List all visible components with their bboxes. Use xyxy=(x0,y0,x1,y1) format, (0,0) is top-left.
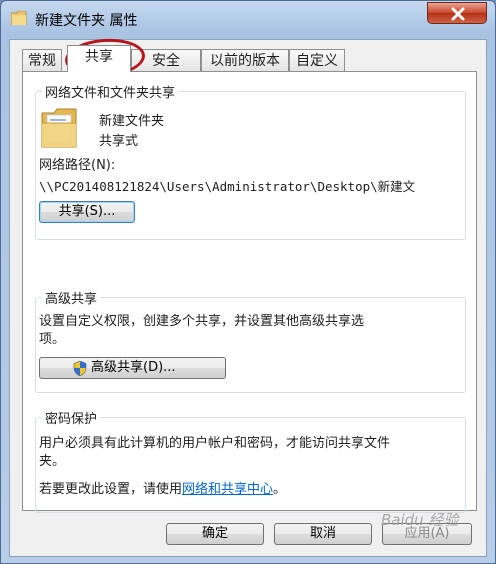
group-title: 高级共享 xyxy=(42,288,101,307)
password-text-line2: 夹。 xyxy=(39,454,66,469)
network-path-label: 网络路径(N): xyxy=(39,158,116,173)
tab-sharing[interactable]: 共享 xyxy=(67,45,131,72)
advanced-description: 设置自定义权限，创建多个共享，并设置其他高级共享选 xyxy=(39,314,365,329)
folder-name: 新建文件夹 xyxy=(99,114,165,129)
folder-icon xyxy=(11,11,27,25)
tab-general[interactable]: 常规 xyxy=(22,49,62,71)
password-text: 用户必须具有此计算机的用户帐户和密码，才能访问共享文件 xyxy=(39,436,391,451)
share-button[interactable]: 共享(S)... xyxy=(39,201,135,223)
password-protection-group: 密码保护 用户必须具有此计算机的用户帐户和密码，才能访问共享文件 夹。 若要更改… xyxy=(35,408,466,513)
close-button[interactable] xyxy=(427,2,487,24)
sharing-panel: 网络文件和文件夹共享 新建文件夹 共享式 网络路径(N): \\PC201408… xyxy=(22,71,477,513)
advanced-sharing-button-label: 高级共享(D)... xyxy=(91,360,176,375)
close-icon xyxy=(451,7,465,21)
ok-button[interactable]: 确定 xyxy=(166,523,264,545)
network-sharing-center-link[interactable]: 网络和共享中心 xyxy=(182,482,273,497)
shared-folder-icon xyxy=(41,108,77,148)
group-title: 网络文件和文件夹共享 xyxy=(42,82,179,101)
share-status: 共享式 xyxy=(99,134,139,149)
advanced-sharing-button[interactable]: 高级共享(D)... xyxy=(39,357,226,379)
change-setting-suffix: 。 xyxy=(273,482,287,497)
uac-shield-icon xyxy=(73,361,87,376)
title-bar[interactable]: 新建文件夹 属性 xyxy=(1,1,495,37)
network-path-value: \\PC201408121824\Users\Administrator\Des… xyxy=(39,179,416,194)
network-sharing-group: 网络文件和文件夹共享 新建文件夹 共享式 网络路径(N): \\PC201408… xyxy=(35,82,466,240)
cancel-button[interactable]: 取消 xyxy=(274,523,372,545)
change-setting-text: 若要更改此设置，请使用网络和共享中心。 xyxy=(39,478,286,497)
advanced-sharing-group: 高级共享 设置自定义权限，创建多个共享，并设置其他高级共享选 项。 高级共享(D… xyxy=(35,288,466,393)
tab-previous-versions[interactable]: 以前的版本 xyxy=(201,49,289,71)
properties-window: 新建文件夹 属性 常规 共享 安全 以前的版本 自定义 网络文件和文件夹共享 新… xyxy=(0,0,496,564)
group-title: 密码保护 xyxy=(42,408,101,427)
dialog-client: 常规 共享 安全 以前的版本 自定义 网络文件和文件夹共享 新建文件夹 共享式 … xyxy=(9,39,487,557)
tab-customize[interactable]: 自定义 xyxy=(289,49,345,71)
window-title: 新建文件夹 属性 xyxy=(35,13,138,29)
advanced-description-line2: 项。 xyxy=(39,332,66,347)
change-setting-prefix: 若要更改此设置，请使用 xyxy=(39,482,183,497)
